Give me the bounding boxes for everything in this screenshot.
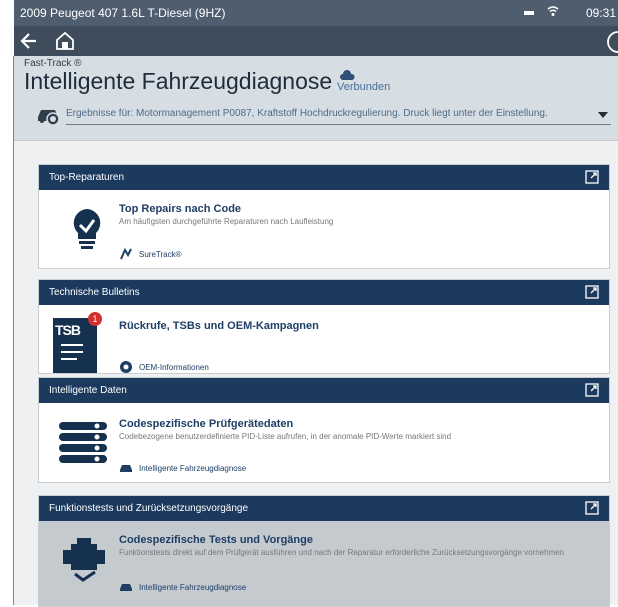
- results-text: Ergebnisse für: Motormanagement P0087, K…: [66, 108, 548, 119]
- back-arrow-icon[interactable]: [18, 29, 40, 53]
- tests-title: Codespezifische Tests und Vorgänge: [119, 534, 313, 546]
- top-repairs-header-label: Top-Reparaturen: [49, 172, 125, 183]
- expand-icon[interactable]: [585, 383, 599, 397]
- vehicle-title: 2009 Peugeot 407 1.6L T-Diesel (9HZ): [20, 6, 226, 20]
- tests-header-label: Funktionstests und Zurücksetzungsvorgäng…: [49, 503, 248, 514]
- nav-bar: [14, 26, 618, 56]
- connection-status: Verbunden: [337, 81, 391, 93]
- bulletins-title: Rückrufe, TSBs und OEM-Kampagnen: [119, 320, 319, 332]
- doc-line: [61, 344, 83, 346]
- top-repairs-header: Top-Reparaturen: [39, 165, 609, 190]
- results-dropdown-icon[interactable]: [598, 112, 608, 118]
- results-underline: [66, 124, 611, 125]
- expand-icon[interactable]: [585, 285, 599, 299]
- home-icon[interactable]: [54, 30, 76, 52]
- expand-icon[interactable]: [585, 501, 599, 515]
- diagnostic-car-icon: [120, 465, 132, 472]
- data-list-icon: [59, 422, 107, 463]
- notification-badge: 1: [88, 312, 102, 326]
- top-repairs-card[interactable]: Top-Reparaturen Top Repairs nach Code Am…: [38, 164, 610, 269]
- smart-data-header-label: Intelligente Daten: [49, 385, 127, 396]
- top-repairs-title: Top Repairs nach Code: [119, 203, 242, 215]
- tsb-document-icon: TSB: [53, 318, 97, 373]
- bulletins-card[interactable]: Technische Bulletins TSB 1 Rückrufe, TSB…: [38, 279, 610, 374]
- oem-info-icon: [120, 361, 132, 373]
- doc-line: [61, 351, 83, 353]
- expand-icon[interactable]: [585, 170, 599, 184]
- content-area: Top-Reparaturen Top Repairs nach Code Am…: [14, 141, 618, 607]
- tests-desc: Funktionstests direkt auf dem Prüfgerät …: [119, 548, 565, 557]
- doc-line: [61, 358, 77, 360]
- tsb-icon-text: TSB: [55, 322, 81, 338]
- bulletins-header: Technische Bulletins: [39, 280, 609, 305]
- help-icon[interactable]: [606, 30, 618, 54]
- dtc-car-icon: [38, 110, 60, 126]
- oem-info-link[interactable]: OEM-Informationen: [139, 363, 209, 372]
- top-repairs-desc: Am häufigsten durchgeführte Reparaturen …: [119, 217, 334, 226]
- diagnostic-car-icon: [120, 584, 132, 591]
- wifi-icon: [547, 6, 559, 16]
- lightbulb-icon: [73, 209, 101, 249]
- suretrack-link[interactable]: SureTrack®: [139, 250, 182, 259]
- tests-link[interactable]: Intelligente Fahrzeugdiagnose: [139, 583, 246, 592]
- status-bar: 2009 Peugeot 407 1.6L T-Diesel (9HZ) 09:…: [14, 0, 618, 26]
- tests-header: Funktionstests und Zurücksetzungsvorgäng…: [39, 496, 609, 521]
- page-header: Fast-Track ® Intelligente Fahrzeugdiagno…: [14, 56, 618, 141]
- smart-data-card[interactable]: Intelligente Daten Codespezifische Prüfg…: [38, 377, 610, 483]
- smart-data-desc: Codebezogene benutzerdefinierte PID-List…: [119, 432, 452, 441]
- suretrack-icon: [120, 247, 132, 260]
- smart-data-link[interactable]: Intelligente Fahrzeugdiagnose: [139, 464, 246, 473]
- cloud-icon: [340, 70, 355, 80]
- tests-card[interactable]: Funktionstests und Zurücksetzungsvorgäng…: [38, 495, 610, 607]
- smart-data-header: Intelligente Daten: [39, 378, 609, 403]
- clock: 09:31: [586, 6, 617, 20]
- smart-data-title: Codespezifische Prüfgerätedaten: [119, 418, 294, 430]
- engine-icon: [63, 538, 105, 582]
- battery-icon: [524, 11, 534, 15]
- page-title: Intelligente Fahrzeugdiagnose: [24, 68, 333, 94]
- bulletins-header-label: Technische Bulletins: [49, 287, 140, 298]
